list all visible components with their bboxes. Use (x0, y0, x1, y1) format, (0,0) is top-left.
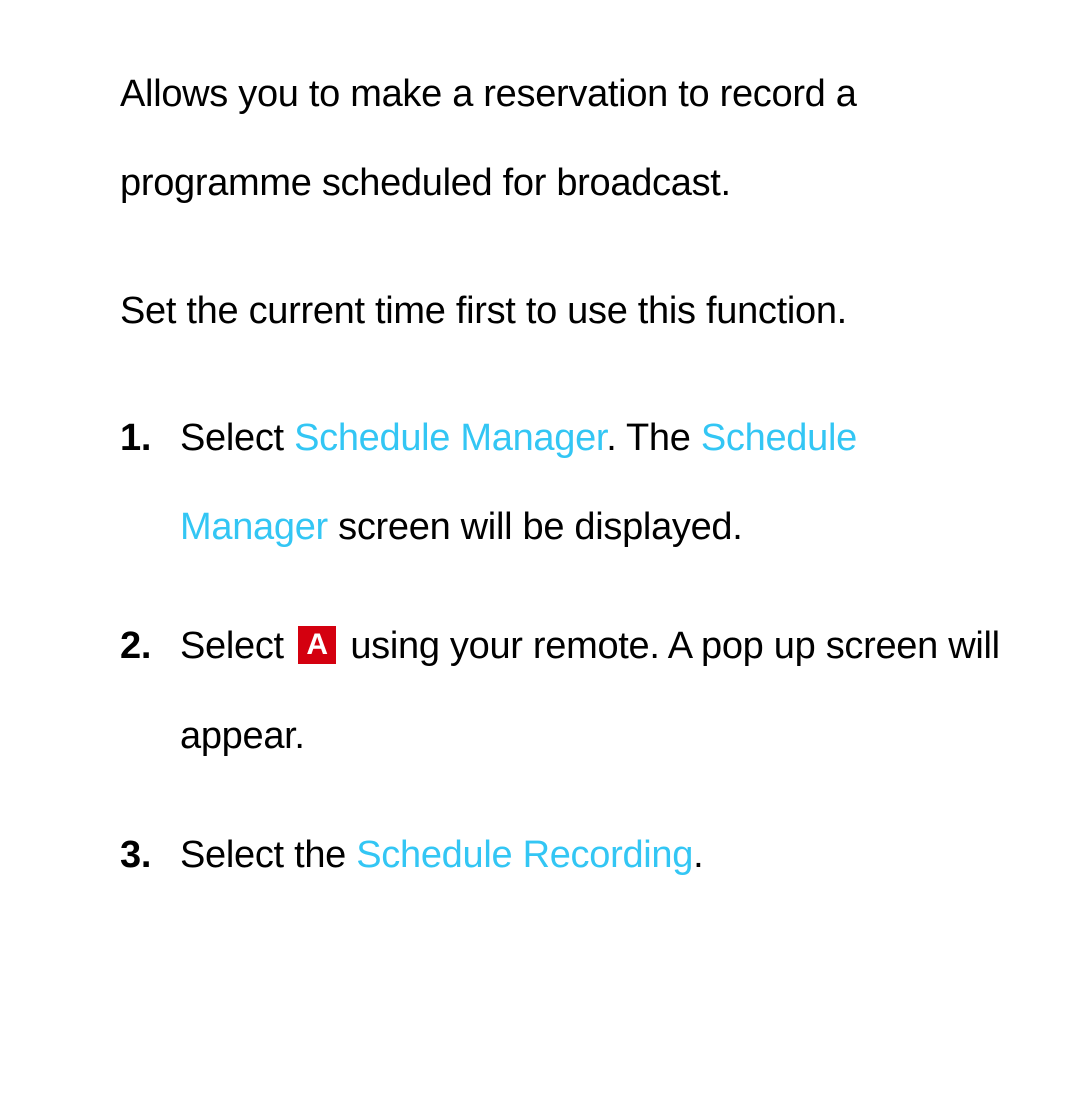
step-2: 2. Select A using your remote. A pop up … (120, 602, 1010, 781)
step-3: 3. Select the Schedule Recording. (120, 811, 1010, 900)
text-run: . The (606, 417, 701, 459)
intro-paragraph-1: Allows you to make a reservation to reco… (120, 50, 1010, 229)
step-body: Select Schedule Manager. The Schedule Ma… (180, 394, 1010, 573)
step-marker: 2. (120, 602, 180, 781)
a-button-icon: A (298, 626, 336, 664)
text-run: . (693, 834, 703, 876)
step-marker: 1. (120, 394, 180, 573)
text-run: Select (180, 625, 294, 667)
text-run: screen will be displayed. (328, 506, 743, 548)
step-1: 1. Select Schedule Manager. The Schedule… (120, 394, 1010, 573)
intro-paragraph-2: Set the current time first to use this f… (120, 267, 1010, 356)
highlight-schedule-recording: Schedule Recording (356, 834, 693, 876)
step-body: Select A using your remote. A pop up scr… (180, 602, 1010, 781)
text-run: Select (180, 417, 294, 459)
text-run: Select the (180, 834, 356, 876)
highlight-schedule-manager: Schedule Manager (294, 417, 606, 459)
step-body: Select the Schedule Recording. (180, 811, 1010, 900)
step-marker: 3. (120, 811, 180, 900)
steps-list: 1. Select Schedule Manager. The Schedule… (120, 394, 1010, 900)
